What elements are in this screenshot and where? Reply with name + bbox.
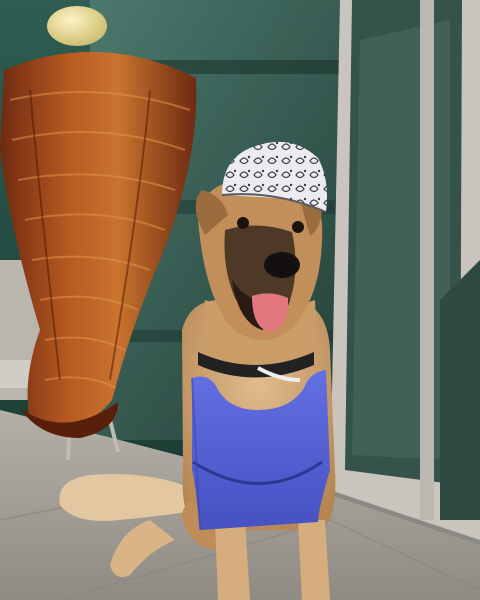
photo-scene [0,0,480,600]
onion [47,6,107,46]
dog-front-right-leg [298,520,330,600]
dog-front-left-leg [215,520,250,600]
dog-nose [264,252,300,278]
dog-left-eye [237,217,249,229]
dog-right-eye [292,221,304,233]
sliding-door [330,0,480,540]
